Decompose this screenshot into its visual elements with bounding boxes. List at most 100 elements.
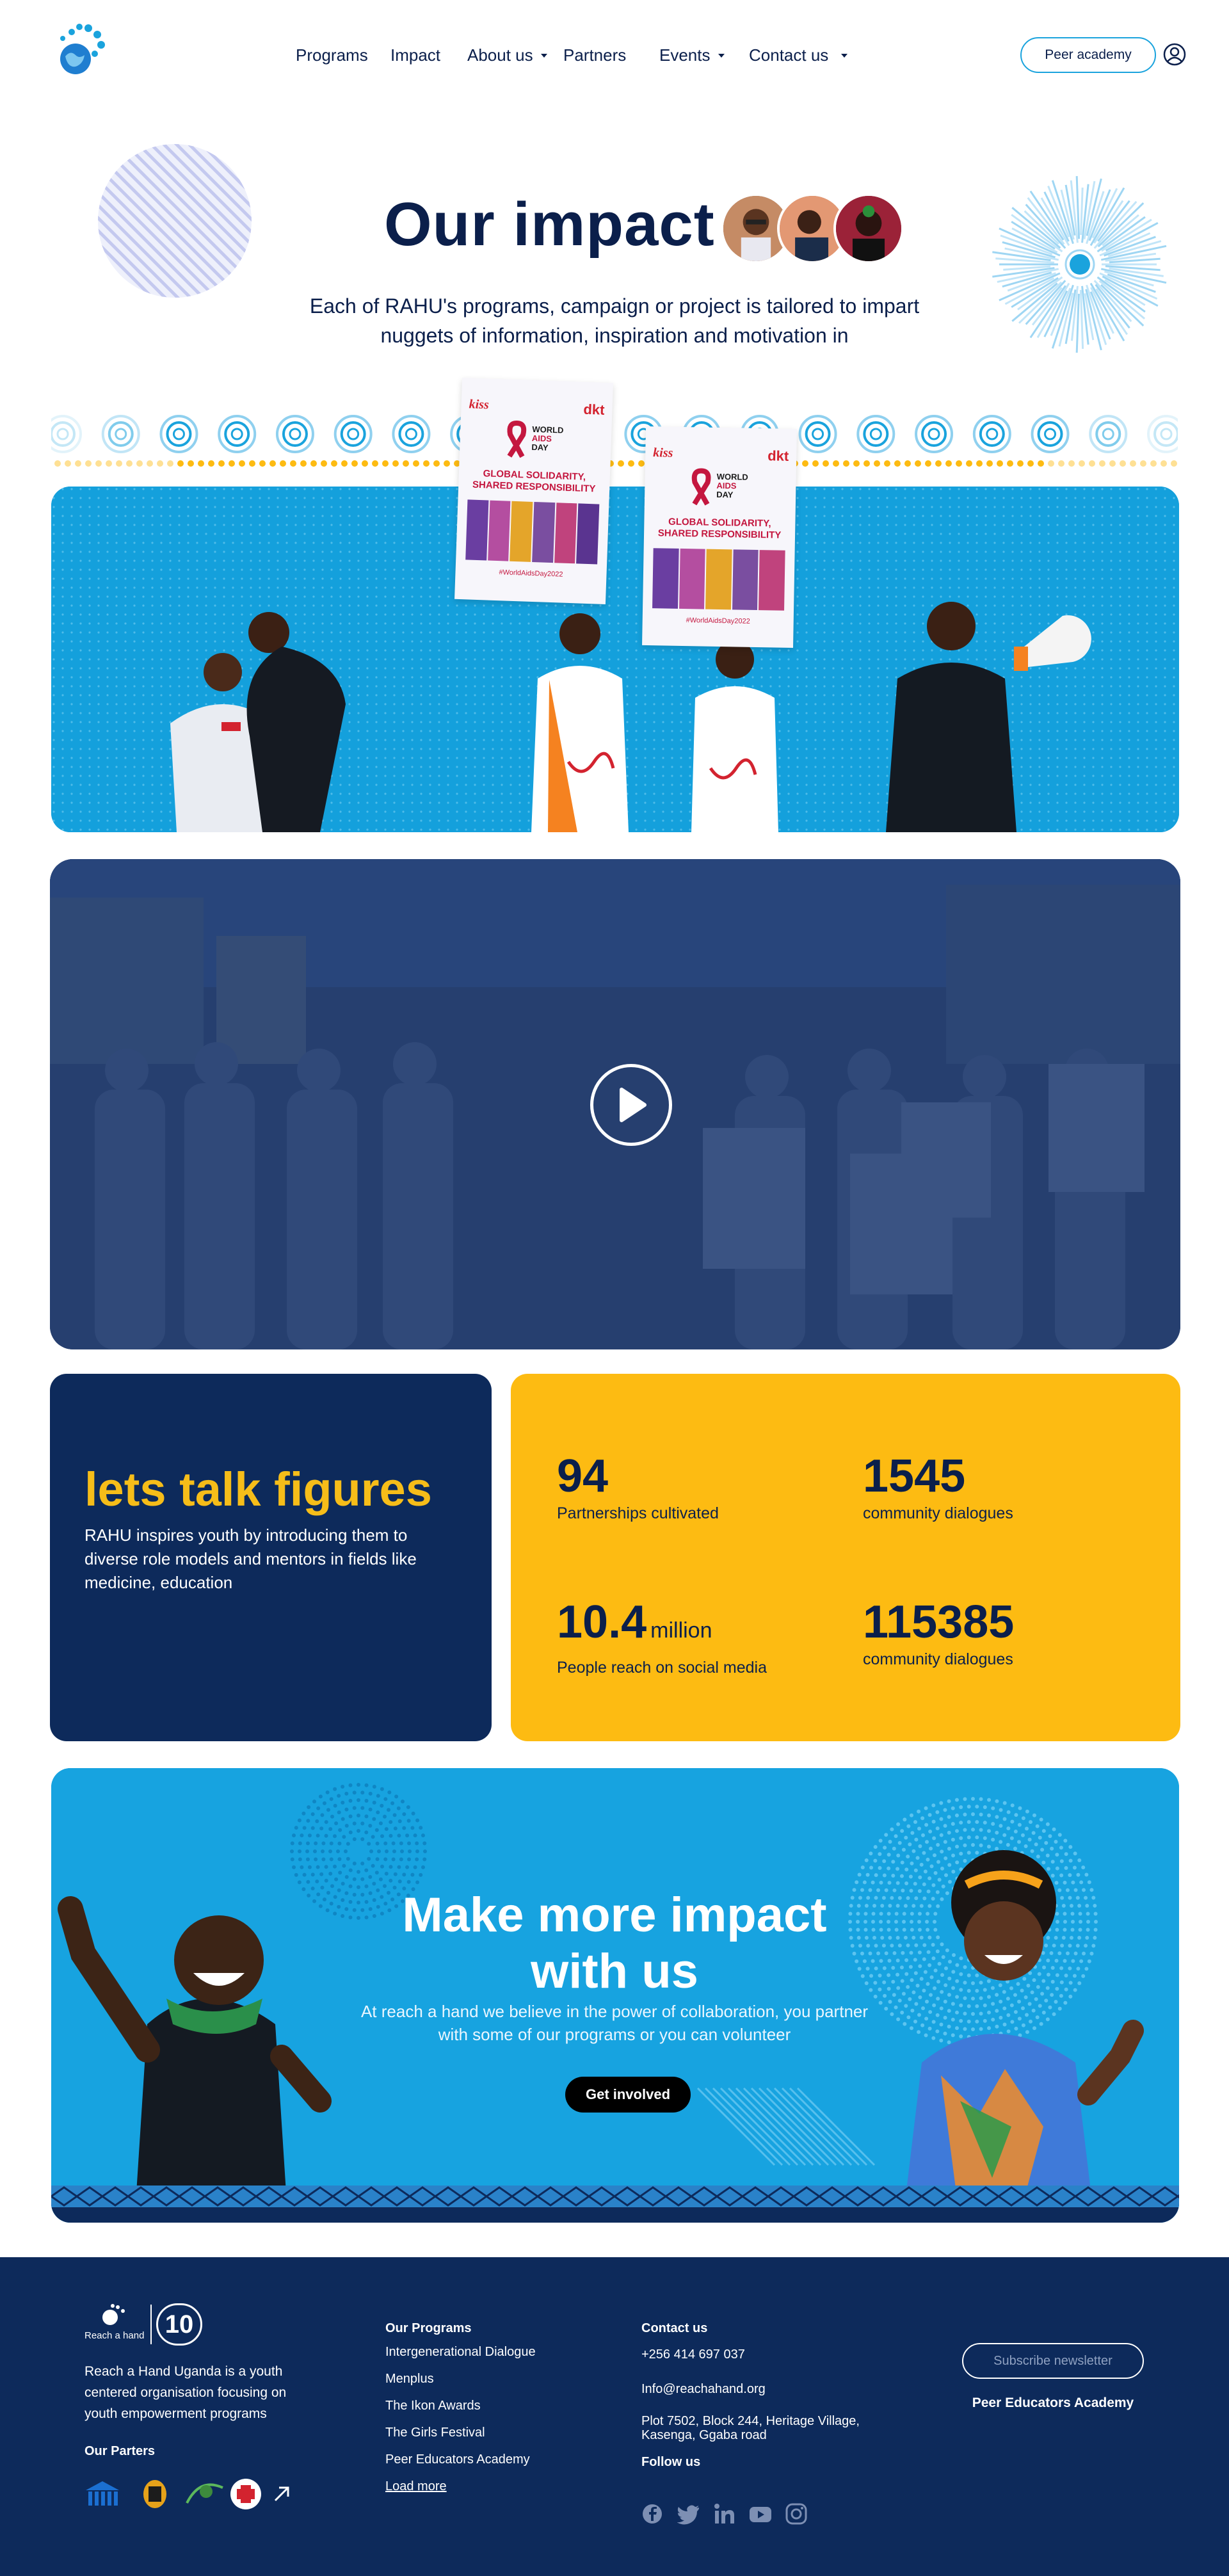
chevron-down-icon (841, 54, 848, 58)
red-cross-logo-icon[interactable] (230, 2479, 261, 2509)
stat-label: People reach on social media (557, 1659, 767, 1677)
yellow-dot (915, 460, 921, 467)
anniversary-badge: 10 (156, 2303, 202, 2346)
hand-globe-icon[interactable] (50, 20, 109, 79)
yellow-dot (802, 460, 808, 467)
stat-item: 1545 community dialogues (863, 1451, 1013, 1523)
user-circle-icon[interactable] (1162, 42, 1187, 67)
footer-link-intergenerational[interactable]: Intergenerational Dialogue (385, 2339, 536, 2365)
footer-link-menplus[interactable]: Menplus (385, 2365, 536, 2392)
figures-description: RAHU inspires youth by introducing them … (84, 1525, 417, 1592)
yellow-dot (1048, 460, 1054, 467)
nav-events[interactable]: Events (659, 45, 749, 65)
footer-link-ikon-awards[interactable]: The Ikon Awards (385, 2392, 536, 2419)
yellow-dot (966, 460, 972, 467)
stat-value: 115385 (863, 1597, 1015, 1648)
facebook-icon[interactable] (641, 2503, 664, 2525)
yellow-dot (1161, 460, 1167, 467)
peer-educators-academy-link[interactable]: Peer Educators Academy (962, 2395, 1144, 2411)
avatar-group (721, 193, 906, 265)
concentric-circle (51, 415, 82, 453)
yellow-dot (1120, 460, 1126, 467)
nav-contact-us[interactable]: Contact us (749, 45, 858, 65)
concentric-circle (275, 415, 314, 453)
yellow-dot (823, 460, 829, 467)
main-nav: Programs Impact About us Partners Events… (296, 42, 858, 68)
figures-intro-card: lets talk figures RAHU inspires youth by… (50, 1374, 492, 1741)
peer-academy-button[interactable]: Peer academy (1020, 37, 1156, 73)
segal-family-foundation-logo-icon[interactable] (186, 2483, 223, 2504)
uganda-coat-of-arms-icon[interactable] (143, 2480, 166, 2508)
stat-label: Partnerships cultivated (557, 1504, 719, 1522)
yellow-dot (853, 460, 860, 467)
yellow-dot (618, 460, 624, 467)
nav-impact[interactable]: Impact (390, 45, 467, 65)
yellow-dot (188, 460, 194, 467)
yellow-dot (1089, 460, 1095, 467)
get-involved-button[interactable]: Get involved (565, 2077, 691, 2113)
yellow-dot (249, 460, 255, 467)
nav-about-us[interactable]: About us (467, 45, 563, 65)
yellow-dot (218, 460, 225, 467)
yellow-dot (945, 460, 952, 467)
stat-item: 115385 community dialogues (863, 1597, 1014, 1669)
yellow-dot (1027, 460, 1034, 467)
yellow-dot (884, 460, 890, 467)
yellow-dot (167, 460, 173, 467)
sunburst-center (1070, 254, 1090, 275)
load-more-link[interactable]: Load more (385, 2473, 536, 2500)
email-link[interactable]: Info@reachahand.org (641, 2381, 910, 2397)
twitter-icon[interactable] (677, 2503, 700, 2525)
stat-label: community dialogues (863, 1504, 1013, 1522)
footer-link-peer-academy[interactable]: Peer Educators Academy (385, 2446, 536, 2473)
sunburst-ray (1079, 289, 1084, 349)
contact-heading: Contact us (641, 2321, 708, 2335)
arrow-up-right-icon[interactable] (274, 2486, 289, 2502)
phone-link[interactable]: +256 414 697 037 (641, 2346, 910, 2363)
yellow-dot (925, 460, 931, 467)
youtube-icon[interactable] (749, 2503, 772, 2525)
nav-programs[interactable]: Programs (296, 45, 390, 65)
concentric-circle (1031, 415, 1070, 453)
concentric-circle (856, 415, 896, 453)
chevron-down-icon (718, 54, 725, 58)
nav-partners[interactable]: Partners (563, 45, 659, 65)
yellow-dot (126, 460, 133, 467)
subscribe-newsletter-button[interactable]: Subscribe newsletter (962, 2343, 1144, 2379)
yellow-dot (136, 460, 143, 467)
footer-logo[interactable]: Reach a hand 10 (84, 2303, 213, 2346)
cta-title: Make more impact with us (402, 1888, 827, 1999)
yellow-dot (310, 460, 317, 467)
play-button[interactable] (590, 1064, 672, 1146)
red-ribbon-icon (507, 421, 527, 458)
programs-heading: Our Programs (385, 2321, 472, 2335)
yellow-dot (864, 460, 870, 467)
concentric-circle (915, 415, 954, 453)
sunburst-ray (1025, 280, 1066, 325)
yellow-dot (1109, 460, 1116, 467)
footer-link-girls-festival[interactable]: The Girls Festival (385, 2419, 536, 2446)
sunburst-ray (1075, 293, 1080, 353)
partner-logos (84, 2475, 315, 2512)
yellow-dot (833, 460, 839, 467)
yellow-dot (106, 460, 112, 467)
site-header: Programs Impact About us Partners Events… (0, 0, 1229, 109)
yellow-dot (351, 460, 358, 467)
instagram-icon[interactable] (785, 2503, 808, 2525)
sunburst-decoration (992, 176, 1167, 353)
cta-description: At reach a hand we believe in the power … (360, 2002, 869, 2044)
sunburst-ray (1080, 188, 1084, 236)
linkedin-icon[interactable] (713, 2503, 736, 2525)
stat-item: 94 Partnerships cultivated (557, 1451, 719, 1523)
yellow-dot (177, 460, 184, 467)
yellow-dot (413, 460, 419, 467)
yellow-dot (290, 460, 296, 467)
yellow-dot (403, 460, 409, 467)
get-involved-section: Make more impact with us At reach a hand… (51, 1768, 1179, 2223)
yellow-dot (362, 460, 368, 467)
banner-photo (51, 487, 1179, 832)
yellow-dot (812, 460, 819, 467)
yellow-dot (147, 460, 153, 467)
unesco-logo-icon[interactable] (86, 2481, 119, 2506)
site-footer: Reach a hand 10 Reach a Hand Uganda is a… (0, 2257, 1229, 2576)
